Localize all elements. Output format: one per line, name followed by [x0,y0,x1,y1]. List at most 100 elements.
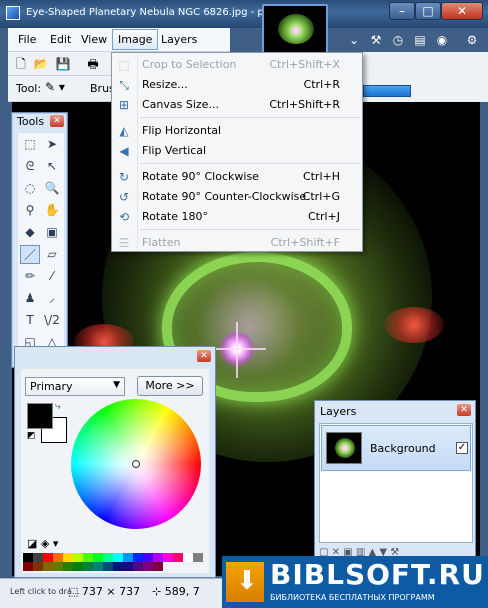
palette-swatch[interactable] [193,553,203,562]
palette-swatch[interactable] [103,562,113,571]
palette-swatch[interactable] [43,553,53,562]
zoom-icon[interactable]: 🔍 [42,179,62,198]
clone-stamp-icon[interactable]: ♟ [20,289,40,308]
paint-bucket-icon[interactable]: ◆ [20,223,40,242]
menu-item-resize[interactable]: ⤡ Resize... Ctrl+R [112,75,362,95]
layer-row[interactable]: Background ✓ [321,425,471,471]
line-curve-icon[interactable]: \/2 [42,311,62,330]
menu-item-rotate-180[interactable]: ⟲ Rotate 180° Ctrl+J [112,207,362,227]
palette-swatch[interactable] [143,553,153,562]
rotate-cw-icon: ↻ [118,170,130,184]
palette-swatch[interactable] [73,562,83,571]
reset-colors-icon[interactable]: ◩ [27,431,36,441]
palette-swatch[interactable] [53,562,63,571]
palette-swatch[interactable] [93,553,103,562]
palette-swatch[interactable] [133,553,143,562]
tool-label: Tool: [16,82,42,95]
rectangle-select-icon[interactable]: ⬚ [20,135,40,154]
maximize-button[interactable]: □ [415,2,441,20]
menu-item-flip-vertical[interactable]: ◀ Flip Vertical [112,141,362,161]
palette-swatch[interactable] [123,562,133,571]
minimize-button[interactable]: – [389,2,415,20]
layer-visibility-checkbox[interactable]: ✓ [456,442,468,454]
save-icon[interactable]: 💾 [54,55,72,73]
tools-window-icon[interactable]: ⚒ [368,32,384,48]
color-mode-value: Primary [30,380,73,393]
pan-icon[interactable]: ✋ [42,201,62,220]
palette-swatch[interactable] [53,553,63,562]
menu-edit[interactable]: Edit [50,33,71,46]
tools-panel-close-button[interactable]: ✕ [50,115,64,127]
ellipse-select-icon[interactable]: ◌ [20,179,40,198]
color-wheel-cursor[interactable] [132,460,140,468]
palette-swatch[interactable] [113,553,123,562]
primary-color-swatch[interactable] [27,403,53,429]
palette-swatch[interactable] [153,553,163,562]
move-selected-icon[interactable]: ↖ [42,157,62,176]
menu-image[interactable]: Image [112,29,159,50]
magic-wand-icon[interactable]: ⚲ [20,201,40,220]
menu-item-flatten[interactable]: ☰ Flatten Ctrl+Shift+F [112,233,362,253]
palette-swatch[interactable] [113,562,123,571]
close-button[interactable]: ✕ [441,2,483,20]
paintbrush-icon[interactable]: ／ [20,245,40,264]
app-icon[interactable] [6,6,20,20]
color-tools-icon[interactable]: ◪ ◈ ▾ [27,537,58,550]
palette-swatch[interactable] [143,562,153,571]
palette-swatch[interactable] [133,562,143,571]
status-image-size: ⬚ 737 × 737 [68,585,140,598]
brush-width-bar[interactable] [363,85,411,97]
more-colors-button[interactable]: More >> [137,376,203,396]
tool-picker[interactable]: ✎ ▾ [45,80,79,98]
lasso-select-icon[interactable]: ᘓ [20,157,40,176]
palette-swatch[interactable] [23,562,33,571]
colors-panel-close-button[interactable]: ✕ [197,350,211,362]
move-selection-icon[interactable]: ➤ [42,135,62,154]
palette-swatch[interactable] [83,553,93,562]
menu-item-crop[interactable]: ⬚ Crop to Selection Ctrl+Shift+X [112,55,362,75]
colors-window-icon[interactable]: ◉ [434,32,450,48]
menu-item-flip-horizontal[interactable]: ◭ Flip Horizontal [112,121,362,141]
palette-swatch[interactable] [183,553,193,562]
eraser-icon[interactable]: ▱ [42,245,62,264]
palette-swatch[interactable] [93,562,103,571]
layers-panel-close-button[interactable]: ✕ [457,404,471,416]
palette-swatch[interactable] [73,553,83,562]
menu-file[interactable]: File [18,33,36,46]
palette-swatch[interactable] [83,562,93,571]
palette-swatch[interactable] [173,553,183,562]
palette-swatch[interactable] [33,553,43,562]
new-file-icon[interactable]: 🗋 [12,55,30,73]
flip-vertical-icon: ◀ [119,144,129,158]
history-window-icon[interactable]: ◷ [390,32,406,48]
text-icon[interactable]: T [20,311,40,330]
palette-swatch[interactable] [63,562,73,571]
palette-swatch[interactable] [103,553,113,562]
image-tab-thumbnail[interactable] [262,4,328,58]
palette-swatch[interactable] [33,562,43,571]
chevron-down-icon[interactable]: ⌄ [346,32,362,48]
menu-item-rotate-ccw[interactable]: ↺ Rotate 90° Counter-Clockwise Ctrl+G [112,187,362,207]
pencil-icon[interactable]: ✏ [20,267,40,286]
menu-view[interactable]: View [81,33,107,46]
print-icon[interactable]: 🖶 [84,55,102,73]
open-file-icon[interactable]: 📂 [32,55,50,73]
palette-swatch[interactable] [43,562,53,571]
menu-item-rotate-cw[interactable]: ↻ Rotate 90° Clockwise Ctrl+H [112,167,362,187]
palette-swatch[interactable] [163,553,173,562]
palette-swatch[interactable] [23,553,33,562]
color-picker-icon[interactable]: ⁄ [42,267,62,286]
color-palette[interactable] [23,553,205,571]
color-wheel[interactable] [71,399,201,529]
swap-colors-icon[interactable]: ⤷ [55,401,61,412]
menu-item-canvas-size[interactable]: ⊞ Canvas Size... Ctrl+Shift+R [112,95,362,115]
gear-icon[interactable]: ⚙ [464,32,480,48]
recolor-icon[interactable]: ⸝ [42,289,62,308]
palette-swatch[interactable] [63,553,73,562]
layers-window-icon[interactable]: ▤ [412,32,428,48]
palette-swatch[interactable] [123,553,133,562]
menu-layers[interactable]: Layers [161,33,197,46]
gradient-icon[interactable]: ▣ [42,223,62,242]
palette-swatch[interactable] [153,562,163,571]
color-mode-select[interactable]: Primary ▼ [25,377,125,396]
